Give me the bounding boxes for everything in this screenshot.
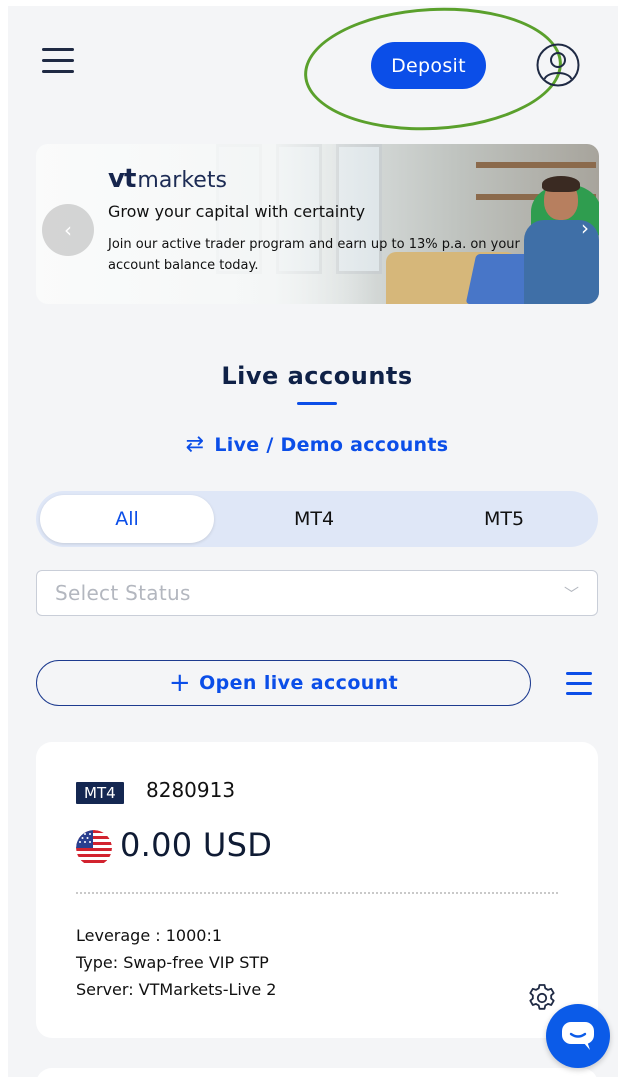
chat-bubble-icon: [562, 1022, 594, 1050]
account-balance: 0.00 USD: [120, 826, 273, 864]
status-placeholder: Select Status: [55, 581, 191, 605]
account-card[interactable]: MT4 8280913 0.00 USD Leverage : 1000:1 T…: [36, 742, 598, 1038]
vt-markets-logo: vt markets: [108, 164, 227, 194]
gear-icon[interactable]: [526, 982, 558, 1014]
tab-all[interactable]: All: [40, 495, 214, 543]
plus-icon: +: [168, 668, 192, 698]
deposit-button[interactable]: Deposit: [371, 42, 486, 89]
server-text: Server: VTMarkets-Live 2: [76, 980, 277, 999]
swap-arrows-icon: ⇄: [185, 432, 205, 457]
title-underline: [297, 402, 337, 405]
open-live-account-button[interactable]: + Open live account: [36, 660, 531, 706]
switch-label: Live / Demo accounts: [214, 433, 449, 456]
platform-badge: MT4: [76, 782, 124, 804]
chat-support-button[interactable]: [546, 1004, 610, 1068]
chevron-right-icon[interactable]: ›: [581, 216, 589, 240]
tab-mt4[interactable]: MT4: [214, 495, 414, 543]
chevron-left-icon[interactable]: ‹: [42, 204, 94, 256]
leverage-text: Leverage : 1000:1: [76, 926, 223, 945]
tab-mt5[interactable]: MT5: [414, 495, 594, 543]
us-flag-icon: [76, 830, 112, 866]
banner-headline: Grow your capital with certainty: [108, 202, 366, 221]
platform-tabs: All MT4 MT5: [36, 491, 598, 547]
live-demo-switch-link[interactable]: ⇄ Live / Demo accounts: [8, 432, 618, 457]
chevron-down-icon: ﹀: [563, 584, 579, 603]
list-view-icon[interactable]: [564, 670, 594, 698]
page-title: Live accounts: [221, 362, 413, 390]
open-account-label: Open live account: [199, 672, 399, 694]
status-select[interactable]: Select Status ﹀: [36, 570, 598, 616]
app-screen: Deposit vt markets Grow your capital with…: [8, 6, 618, 1077]
promo-banner[interactable]: vt markets Grow your capital with certain…: [36, 144, 599, 304]
banner-body-text: Join our active trader program and earn …: [108, 237, 520, 273]
account-number: 8280913: [146, 778, 236, 802]
next-account-card: [36, 1068, 598, 1077]
account-type-text: Type: Swap-free VIP STP: [76, 953, 269, 972]
card-divider: [76, 892, 558, 894]
profile-icon[interactable]: [535, 42, 581, 88]
hamburger-menu-icon[interactable]: [40, 46, 76, 74]
